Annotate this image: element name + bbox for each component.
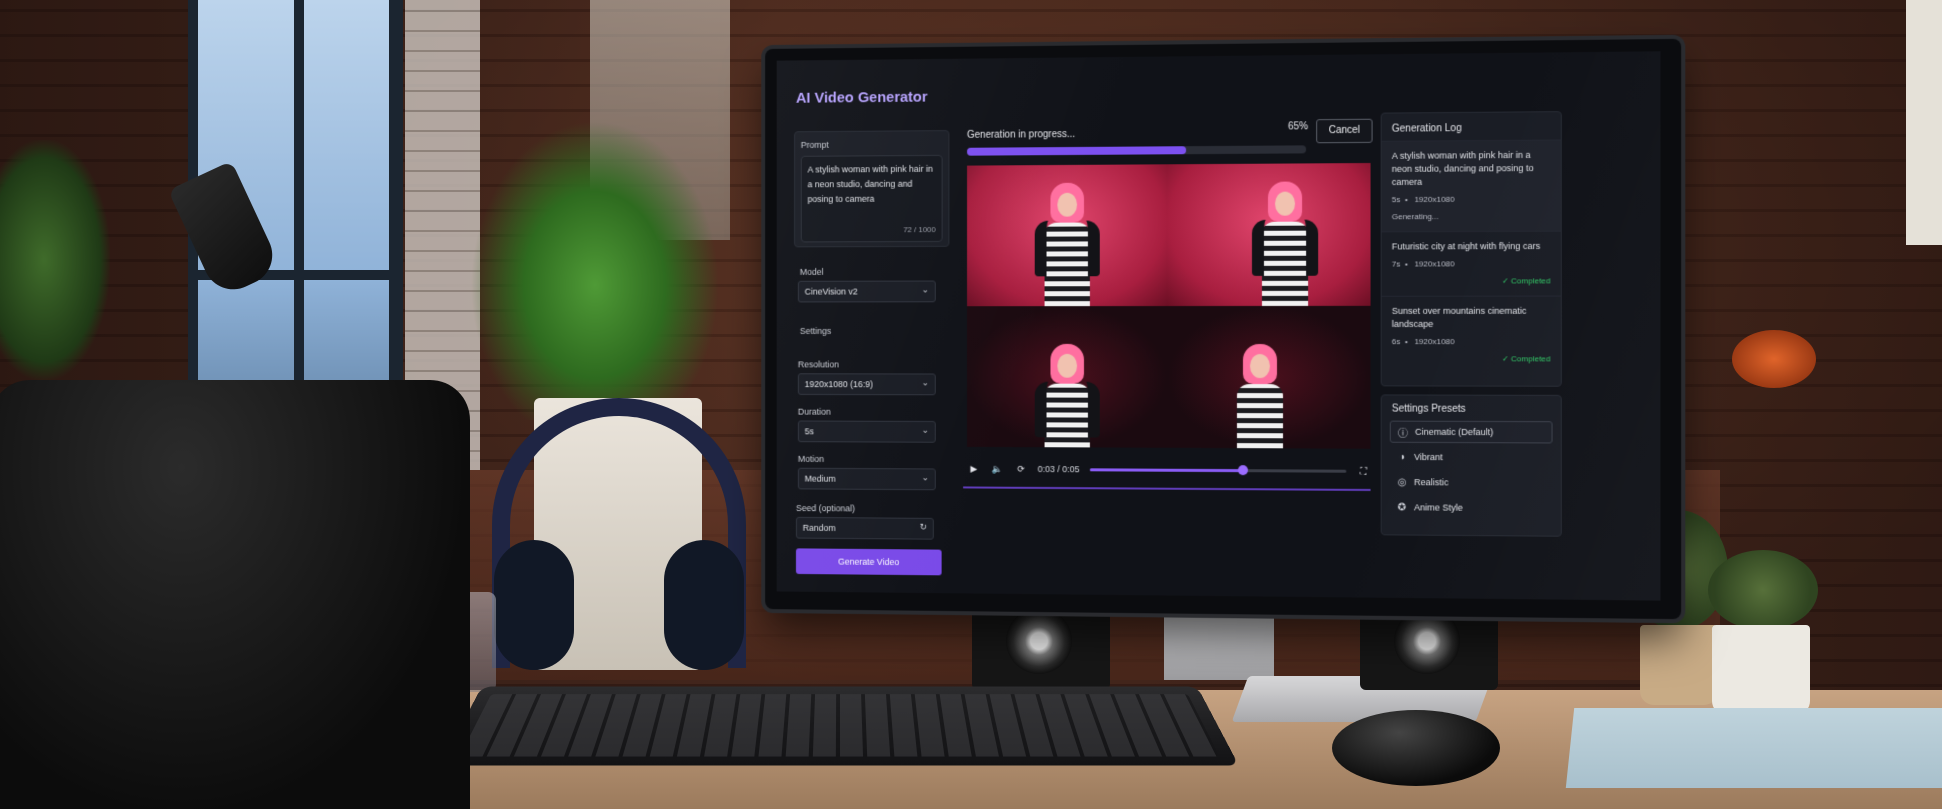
left-panel: Prompt A stylish woman with pink hair in…: [794, 130, 949, 575]
pumpkin-decor: [1732, 330, 1816, 388]
keyboard: [440, 687, 1239, 766]
prompt-text: A stylish woman with pink hair in a neon…: [808, 164, 933, 204]
monitor-stand: [1164, 610, 1274, 680]
play-icon[interactable]: ▶: [967, 462, 981, 476]
generation-log: Generation Log A stylish woman with pink…: [1381, 111, 1562, 387]
log-item[interactable]: Sunset over mountains cinematic landscap…: [1382, 296, 1561, 374]
prompt-card: Prompt A stylish woman with pink hair in…: [794, 130, 949, 247]
monitor: AI Video Generator Prompt A stylish woma…: [765, 39, 1681, 619]
progress-fill: [967, 146, 1186, 155]
progress-percent: 65%: [1288, 121, 1308, 132]
app-screen: AI Video Generator Prompt A stylish woma…: [777, 51, 1661, 600]
log-item[interactable]: Futuristic city at night with flying car…: [1382, 231, 1561, 296]
seed-label: Seed (optional): [796, 503, 855, 513]
settings-presets: Settings Presets ⓘ Cinematic (Default) ◑…: [1381, 394, 1562, 536]
resolution-select[interactable]: 1920x1080 (16:9) ⌄: [798, 373, 936, 395]
duration-select[interactable]: 5s ⌄: [798, 420, 936, 442]
model-value: CineVision v2: [805, 287, 858, 297]
model-label: Model: [800, 267, 824, 277]
generate-video-button[interactable]: Generate Video: [796, 548, 942, 575]
plant-center: [470, 120, 720, 420]
log-item-title: Futuristic city at night with flying car…: [1392, 240, 1551, 254]
preset-cinematic[interactable]: ⓘ Cinematic (Default): [1390, 421, 1553, 444]
camera-icon: ◎: [1396, 477, 1408, 488]
figure: [1225, 338, 1295, 448]
seek-handle[interactable]: [1238, 465, 1248, 475]
log-title: Generation Log: [1382, 112, 1561, 141]
seed-value: Random: [803, 523, 836, 533]
figure: [1250, 175, 1320, 306]
plant-pot-b: [1712, 625, 1810, 715]
app-title: AI Video Generator: [796, 89, 928, 107]
preset-vibrant[interactable]: ◑ Vibrant: [1390, 446, 1553, 469]
video-frame-2: [1167, 163, 1370, 306]
picture-frame: [1906, 0, 1942, 245]
preset-realistic[interactable]: ◎ Realistic: [1390, 471, 1553, 494]
prompt-label: Prompt: [801, 139, 943, 150]
log-item-title: Sunset over mountains cinematic landscap…: [1392, 305, 1551, 331]
video-preview: [967, 163, 1371, 449]
log-item-title: A stylish woman with pink hair in a neon…: [1392, 149, 1551, 189]
papers: [1566, 708, 1942, 788]
figure: [1032, 177, 1101, 306]
headphone-cup-left: [494, 540, 574, 670]
video-frame-4: [1167, 306, 1370, 449]
succulent-b: [1708, 550, 1818, 630]
check-circle-icon: ✓: [1502, 276, 1509, 285]
refresh-icon[interactable]: ↻: [920, 522, 927, 533]
chevron-down-icon: ⌄: [922, 472, 929, 483]
volume-icon[interactable]: 🔈: [991, 462, 1005, 476]
log-item[interactable]: A stylish woman with pink hair in a neon…: [1382, 139, 1561, 231]
seek-bar[interactable]: [1089, 468, 1346, 472]
motion-value: Medium: [805, 474, 836, 484]
motion-select[interactable]: Medium ⌄: [798, 468, 936, 491]
chevron-down-icon: ⌄: [922, 285, 929, 296]
log-item-status: ✓ Completed: [1392, 352, 1551, 365]
plant-left: [0, 140, 110, 380]
mouse: [1332, 710, 1500, 786]
log-item-status: Generating...: [1392, 209, 1551, 223]
duration-value: 5s: [805, 426, 814, 436]
fullscreen-icon[interactable]: ⛶: [1356, 464, 1370, 478]
duration-label: Duration: [798, 407, 831, 417]
progress-bar: [967, 145, 1306, 155]
cancel-button[interactable]: Cancel: [1316, 119, 1372, 144]
palette-icon: ◑: [1396, 451, 1408, 462]
office-chair: [0, 380, 470, 809]
model-select[interactable]: CineVision v2 ⌄: [798, 281, 936, 303]
info-icon: ⓘ: [1397, 424, 1409, 439]
figure: [1032, 338, 1101, 448]
check-circle-icon: ✓: [1502, 354, 1509, 363]
log-item-meta: 6s • 1920x1080: [1392, 335, 1551, 348]
sparkle-icon: ✪: [1396, 502, 1408, 513]
video-frame-3: [967, 306, 1167, 448]
log-item-status: ✓ Completed: [1392, 274, 1551, 287]
video-frame-1: [967, 164, 1167, 306]
prompt-char-count: 72 / 1000: [903, 222, 936, 237]
time-readout: 0:03 / 0:05: [1038, 464, 1080, 474]
presets-title: Settings Presets: [1390, 404, 1553, 416]
preset-anime[interactable]: ✪ Anime Style: [1390, 496, 1553, 519]
chevron-down-icon: ⌄: [922, 377, 929, 388]
resolution-value: 1920x1080 (16:9): [805, 379, 873, 389]
seed-input[interactable]: Random ↻: [796, 517, 934, 540]
headphone-cup-right: [664, 540, 744, 670]
player-controls: ▶ 🔈 ⟳ 0:03 / 0:05 ⛶: [967, 459, 1371, 481]
log-item-meta: 7s • 1920x1080: [1392, 257, 1551, 271]
chevron-down-icon: ⌄: [922, 425, 929, 436]
resolution-label: Resolution: [798, 359, 839, 369]
log-item-meta: 5s • 1920x1080: [1392, 192, 1551, 206]
seek-fill: [1089, 468, 1243, 472]
plant-pot-a: [1640, 625, 1718, 705]
prompt-textarea[interactable]: A stylish woman with pink hair in a neon…: [801, 155, 943, 243]
loop-icon[interactable]: ⟳: [1014, 462, 1028, 476]
progress-label: Generation in progress...: [967, 129, 1075, 141]
settings-label: Settings: [800, 326, 831, 336]
motion-label: Motion: [798, 454, 824, 464]
timeline-bar: [963, 486, 1370, 491]
